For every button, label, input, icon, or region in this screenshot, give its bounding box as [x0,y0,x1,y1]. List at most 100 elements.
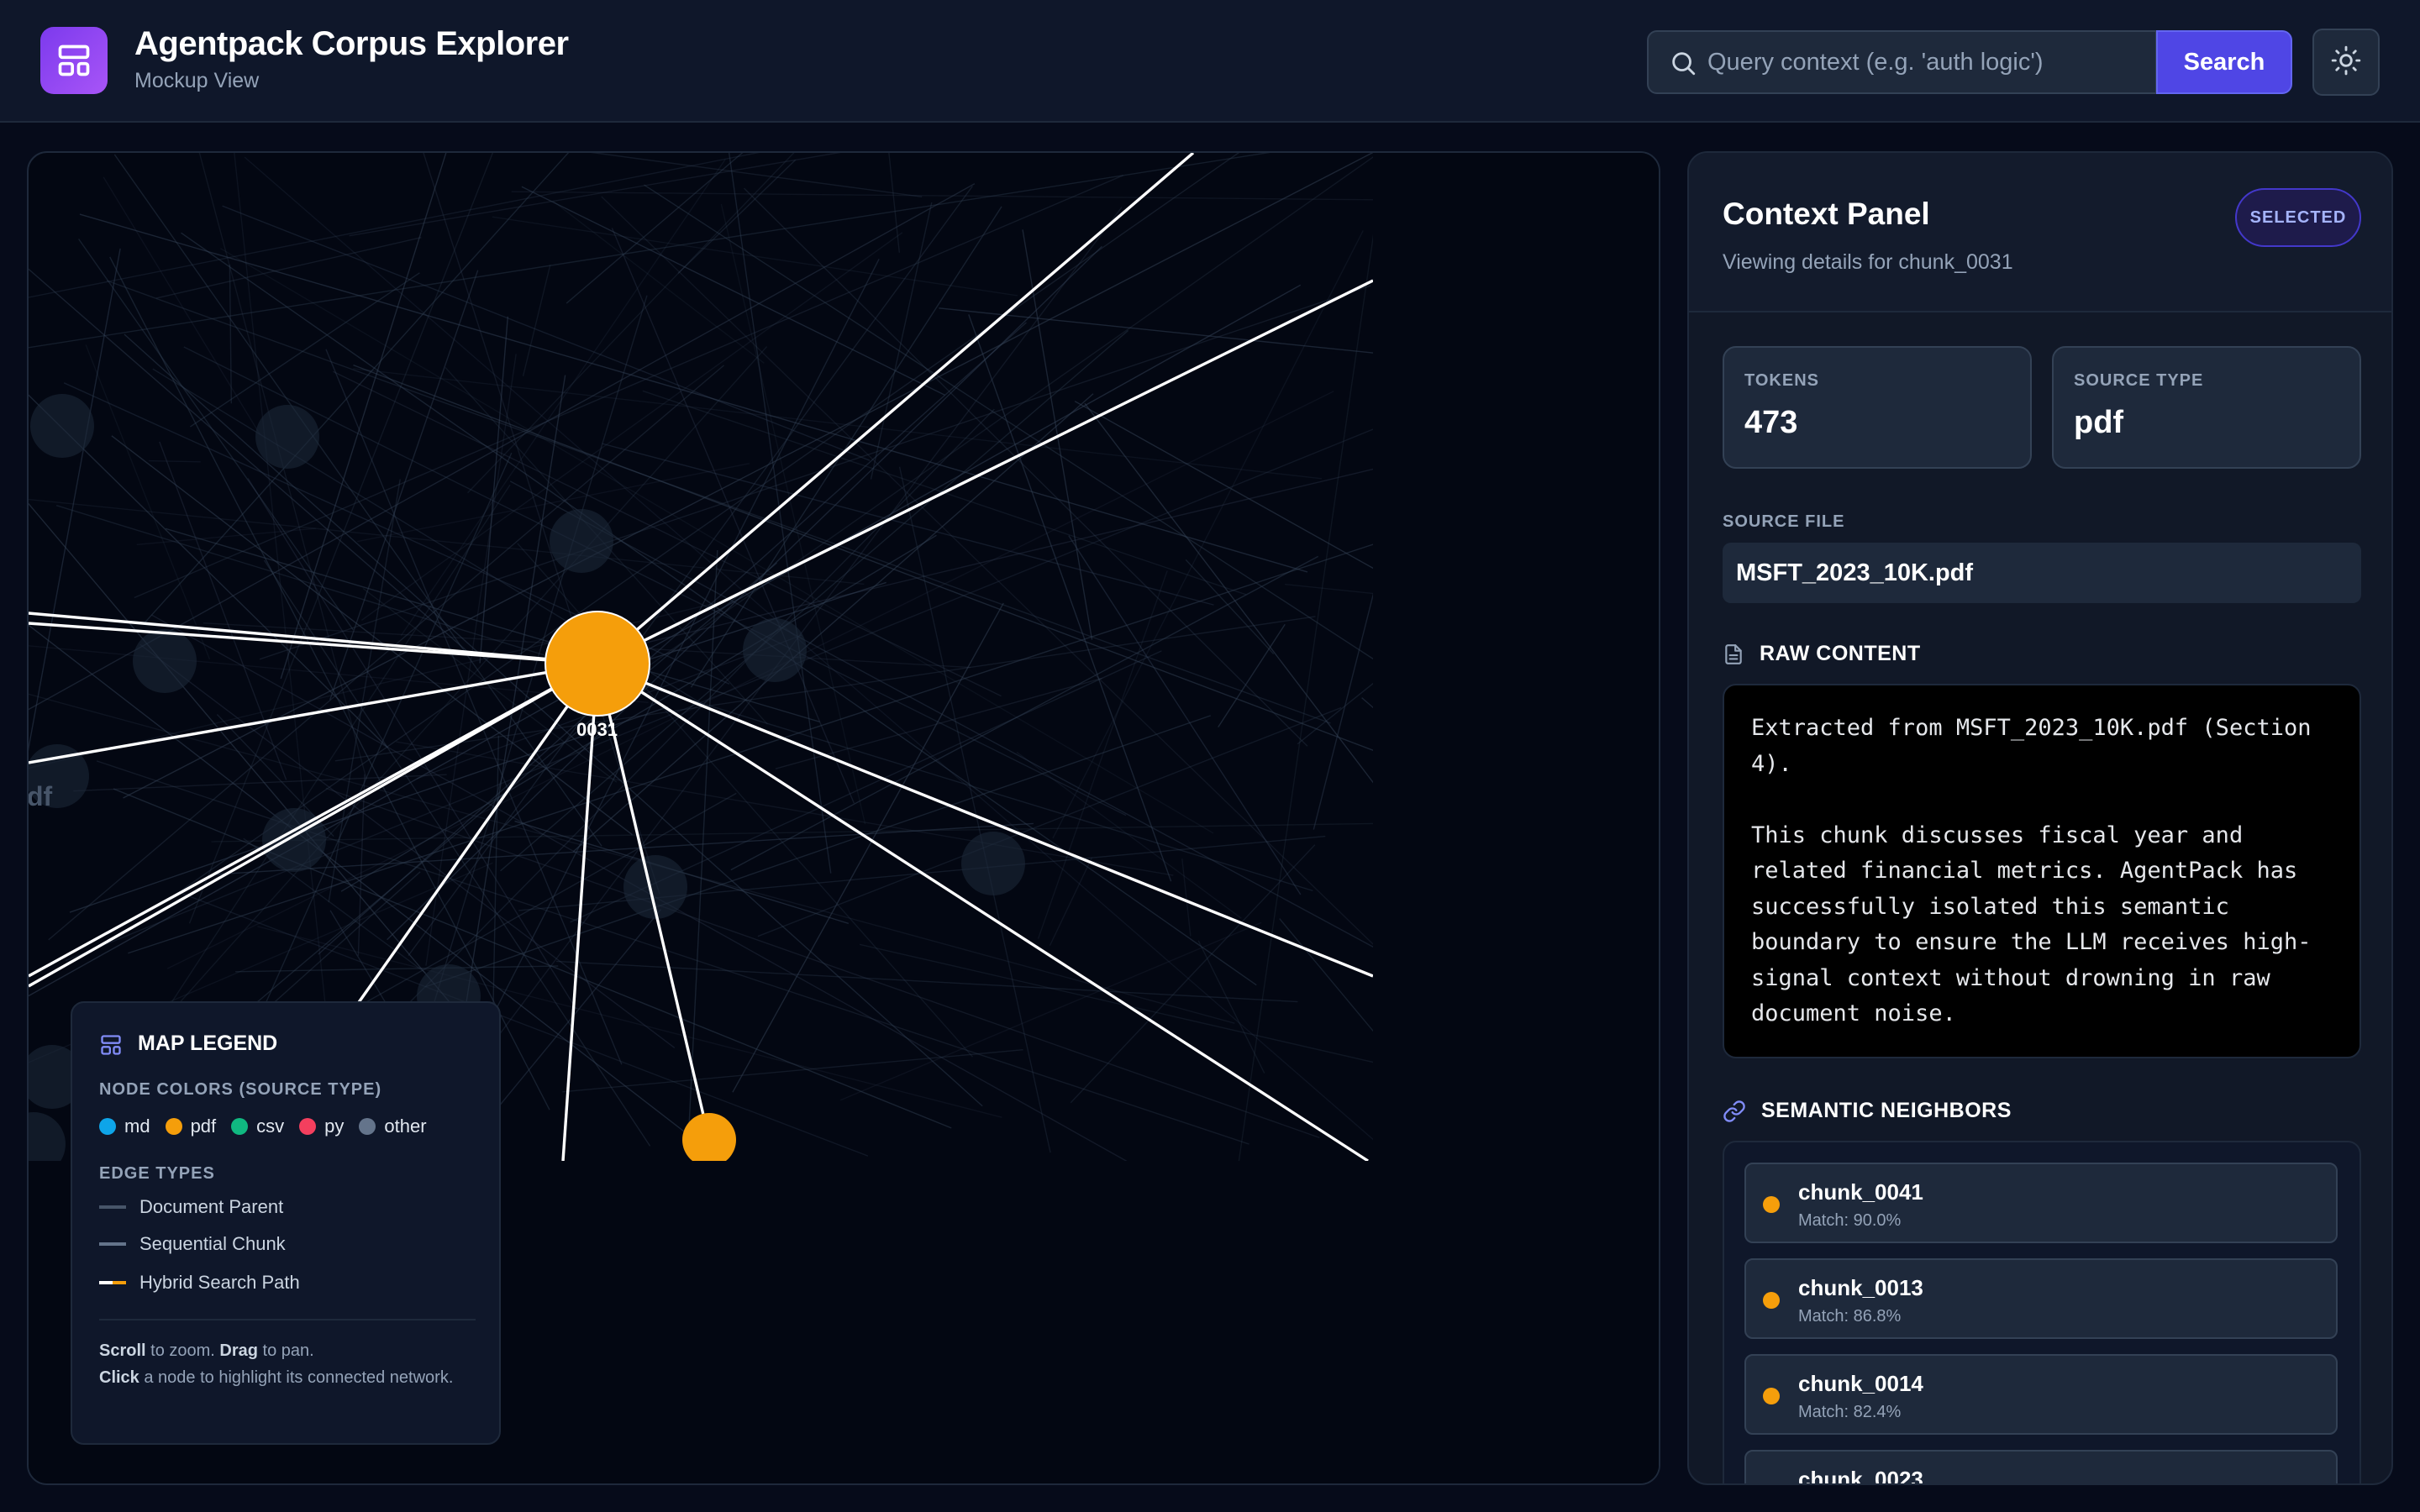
background-edge [839,921,1262,1101]
semantic-neighbors-heading: SEMANTIC NEIGHBORS [1723,1099,2012,1123]
background-edge [590,153,923,197]
background-edge [229,265,233,404]
background-edge [728,153,832,874]
background-edge [349,153,841,237]
background-edge [690,206,1002,688]
sun-icon [2330,45,2362,81]
search-box[interactable] [1647,30,2157,94]
background-edge [148,459,201,463]
legend-color-py: py [299,1116,344,1137]
background-edge [1284,583,1377,595]
background-edge [1016,751,1242,919]
background-edge [859,943,1443,1079]
background-edge [500,329,1129,872]
raw-content-box: Extracted from MSFT_2023_10K.pdf (Sectio… [1723,684,2361,1058]
context-panel-subtitle: Viewing details for chunk_0031 [1723,250,2013,274]
background-edge [29,153,760,298]
background-edge [29,268,471,655]
background-edge [492,735,500,1045]
link-icon [1723,1100,1745,1122]
legend-edge-sequential-chunk: Sequential Chunk [99,1233,286,1255]
background-edge [189,272,420,428]
background-edge [332,370,1002,697]
neighbor-match: Match: 86.8% [1798,1307,1902,1326]
pdf-dot [165,1118,182,1135]
background-edge [870,202,933,480]
file-text-icon [1725,643,1742,664]
neighbor-name: chunk_0013 [1798,1275,1923,1300]
cluster-label: df [27,781,53,811]
legend-help-text: Scroll to zoom. Drag to pan. Click a nod… [99,1341,454,1387]
search-path-edge [29,662,598,978]
edge-swatch [99,1205,126,1209]
legend-color-pdf: pdf [165,1116,216,1137]
search-path-edge [29,612,598,665]
background-edge [318,322,1027,955]
legend-color-md: md [99,1116,150,1137]
app-subtitle: Mockup View [134,69,260,92]
edge-swatch [99,1242,126,1246]
graph-canvas[interactable]: 0031 df MAP LEGEND NODE COLORS (SOURCE T… [27,151,1660,1485]
background-edge [522,265,551,376]
background-node [961,832,1025,895]
background-edge [29,248,121,752]
background-edge [235,965,559,973]
neighbor-name: chunk_0014 [1798,1371,1923,1396]
legend-node-colors-title: NODE COLORS (SOURCE TYPE) [99,1080,382,1099]
neighbors-list: chunk_0041 Match: 90.0% chunk_0013 Match… [1723,1141,2361,1485]
background-edge [562,1048,1023,1093]
neighbor-item[interactable]: chunk_0014 Match: 82.4% [1744,1354,2338,1435]
legend-title: MAP LEGEND [138,1032,278,1055]
neighbor-match: Match: 82.4% [1798,1403,1902,1421]
app-header: Agentpack Corpus Explorer Mockup View Se… [0,0,2420,123]
background-edge [424,715,1212,988]
legend-edge-hybrid-search-path: Hybrid Search Path [99,1272,300,1294]
search-input[interactable] [1707,34,2144,91]
legend-edge-types-title: EDGE TYPES [99,1164,215,1183]
context-panel-title: Context Panel [1723,197,1930,231]
neighbor-name: chunk_0041 [1798,1179,1923,1205]
background-edge [408,186,973,957]
background-edge [183,346,1127,816]
background-edge [479,316,509,664]
background-edge [1070,844,1316,1104]
search-path-edge [596,153,1195,665]
tokens-label: TOKENS [1744,371,1819,390]
background-edge [134,175,1124,599]
neighbor-dot [1763,1388,1780,1404]
background-edge [255,871,421,1021]
csv-dot [231,1118,249,1135]
source-file-label: SOURCE FILE [1723,512,1845,531]
legend-color-csv: csv [231,1116,284,1137]
layout-template-icon [40,27,108,94]
source-file-value: MSFT_2023_10K.pdf [1723,543,2361,603]
neighbor-node [682,1113,736,1167]
graph-mask-node [667,1161,768,1211]
neighbor-match: Match: 90.0% [1798,1211,1902,1230]
search-button[interactable]: Search [2156,30,2292,94]
background-edge [687,549,718,1132]
legend-divider [99,1319,476,1320]
source-type-card: SOURCE TYPE pdf [2052,346,2361,469]
legend-edge-document-parent: Document Parent [99,1196,283,1218]
background-edge [1185,559,1275,655]
theme-toggle-button[interactable] [2312,29,2380,96]
neighbor-item[interactable]: chunk_0023 [1744,1450,2338,1485]
selected-node-label: 0031 [576,719,618,740]
background-node [550,509,613,573]
map-legend: MAP LEGEND NODE COLORS (SOURCE TYPE) md … [71,1001,501,1445]
neighbor-item[interactable]: chunk_0041 Match: 90.0% [1744,1163,2338,1243]
background-edge [1218,623,1286,728]
neighbor-dot [1763,1483,1780,1485]
tokens-value: 473 [1744,405,1798,440]
neighbor-dot [1763,1292,1780,1309]
background-edge [29,502,455,1008]
raw-content-heading: RAW CONTENT [1723,642,1921,666]
background-edge [360,232,903,621]
search-path-edge [597,279,1374,665]
tokens-card: TOKENS 473 [1723,346,2032,469]
background-edge [1049,857,1093,946]
background-edge [1037,570,1168,939]
background-edge [888,153,901,253]
neighbor-item[interactable]: chunk_0013 Match: 86.8% [1744,1258,2338,1339]
